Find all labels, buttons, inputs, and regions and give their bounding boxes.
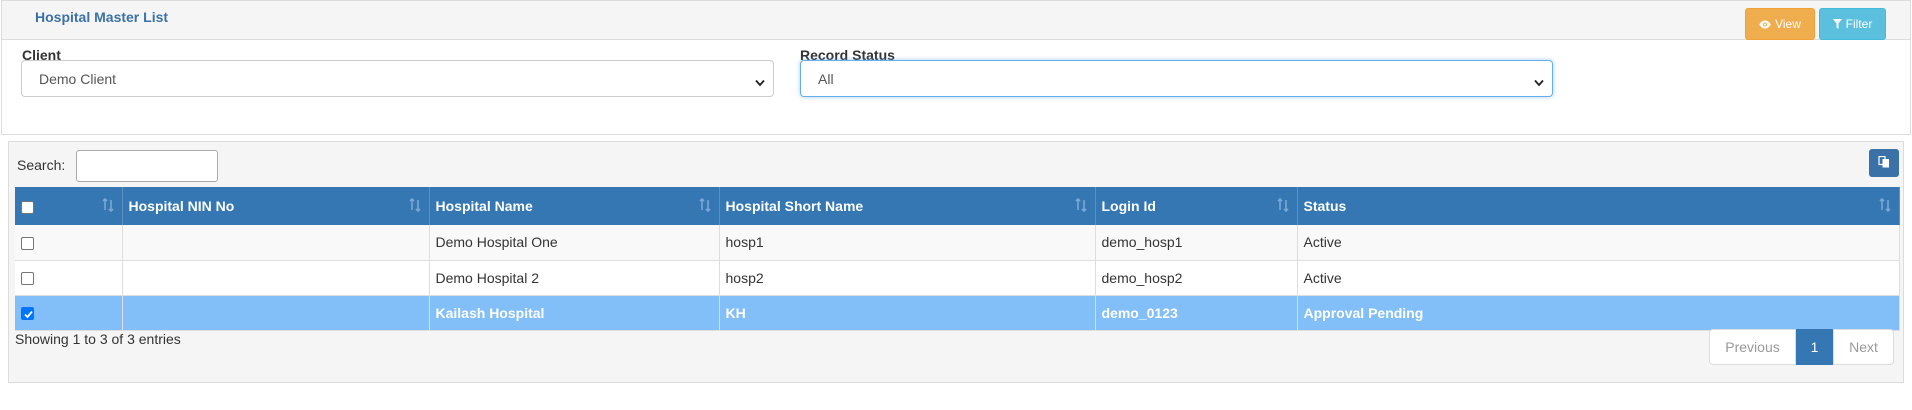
eye-icon xyxy=(1759,20,1771,29)
status-cell: Active xyxy=(1297,225,1900,261)
copy-button[interactable] xyxy=(1869,149,1899,177)
chevron-down-icon xyxy=(1534,74,1544,90)
column-header-nin[interactable]: Hospital NIN No xyxy=(122,187,430,225)
nin-cell xyxy=(122,295,430,331)
status-cell: Approval Pending xyxy=(1297,295,1900,331)
sort-icon[interactable] xyxy=(1878,197,1891,215)
copy-icon xyxy=(1878,155,1890,171)
table-panel: Search: Hospital NIN No Hospital Name Ho… xyxy=(8,141,1904,383)
client-select[interactable]: Demo Client xyxy=(21,60,774,97)
row-select-cell[interactable] xyxy=(15,295,123,331)
filter-button-label: Filter xyxy=(1845,17,1873,31)
chevron-down-icon xyxy=(755,74,765,90)
row-select-cell[interactable] xyxy=(15,260,123,296)
row-select-cell[interactable] xyxy=(15,225,123,261)
status-cell: Active xyxy=(1297,260,1900,296)
view-button-label: View xyxy=(1775,17,1801,31)
search-input[interactable] xyxy=(76,150,218,182)
select-all-checkbox[interactable] xyxy=(21,200,34,214)
hospital-table: Hospital NIN No Hospital Name Hospital S… xyxy=(15,187,1900,331)
login-id-cell: demo_hosp1 xyxy=(1095,225,1298,261)
page-1-button[interactable]: 1 xyxy=(1796,329,1833,365)
pagination: Previous 1 Next xyxy=(1709,329,1894,365)
table-row[interactable]: Demo Hospital 2 hosp2 demo_hosp2 Active xyxy=(15,260,1900,296)
hospital-name-cell: Kailash Hospital xyxy=(429,295,720,331)
filter-button[interactable]: Filter xyxy=(1819,8,1886,40)
column-header-label: Hospital Name xyxy=(435,198,533,214)
sort-icon[interactable] xyxy=(101,197,114,215)
sort-icon[interactable] xyxy=(408,197,421,215)
table-header-row: Hospital NIN No Hospital Name Hospital S… xyxy=(15,187,1900,225)
short-name-cell: KH xyxy=(719,295,1096,331)
hospital-name-cell: Demo Hospital One xyxy=(429,225,720,261)
select-all-header[interactable] xyxy=(15,187,123,225)
column-header-hospital-name[interactable]: Hospital Name xyxy=(429,187,720,225)
login-id-cell: demo_0123 xyxy=(1095,295,1298,331)
view-button[interactable]: View xyxy=(1745,8,1815,40)
short-name-cell: hosp2 xyxy=(719,260,1096,296)
hospital-name-cell: Demo Hospital 2 xyxy=(429,260,720,296)
column-header-label: Login Id xyxy=(1101,198,1156,214)
nin-cell xyxy=(122,260,430,296)
search-label: Search: xyxy=(17,157,66,173)
column-header-login-id[interactable]: Login Id xyxy=(1095,187,1298,225)
table-row[interactable]: Demo Hospital One hosp1 demo_hosp1 Activ… xyxy=(15,225,1900,261)
row-checkbox[interactable] xyxy=(21,237,34,251)
next-page-button[interactable]: Next xyxy=(1833,329,1894,365)
column-header-label: Hospital Short Name xyxy=(725,198,864,214)
record-status-select-value: All xyxy=(818,70,834,87)
client-select-value: Demo Client xyxy=(39,70,117,87)
panel-header: Hospital Master List View Filter xyxy=(1,0,1911,40)
previous-page-button[interactable]: Previous xyxy=(1709,329,1796,365)
row-checkbox[interactable] xyxy=(21,272,34,286)
column-header-status[interactable]: Status xyxy=(1297,187,1900,225)
login-id-cell: demo_hosp2 xyxy=(1095,260,1298,296)
record-status-select[interactable]: All xyxy=(800,60,1553,97)
filter-panel: Client Demo Client Record Status All xyxy=(1,40,1911,135)
funnel-icon xyxy=(1832,19,1842,29)
column-header-short-name[interactable]: Hospital Short Name xyxy=(719,187,1096,225)
column-header-label: Status xyxy=(1303,198,1347,214)
sort-icon[interactable] xyxy=(1074,197,1087,215)
page-title: Hospital Master List xyxy=(35,9,169,25)
table-row[interactable]: Kailash Hospital KH demo_0123 Approval P… xyxy=(15,295,1900,331)
nin-cell xyxy=(122,225,430,261)
sort-icon[interactable] xyxy=(1276,197,1289,215)
row-checkbox[interactable] xyxy=(21,307,34,321)
column-header-label: Hospital NIN No xyxy=(128,198,235,214)
table-info: Showing 1 to 3 of 3 entries xyxy=(15,331,181,347)
sort-icon[interactable] xyxy=(698,197,711,215)
short-name-cell: hosp1 xyxy=(719,225,1096,261)
